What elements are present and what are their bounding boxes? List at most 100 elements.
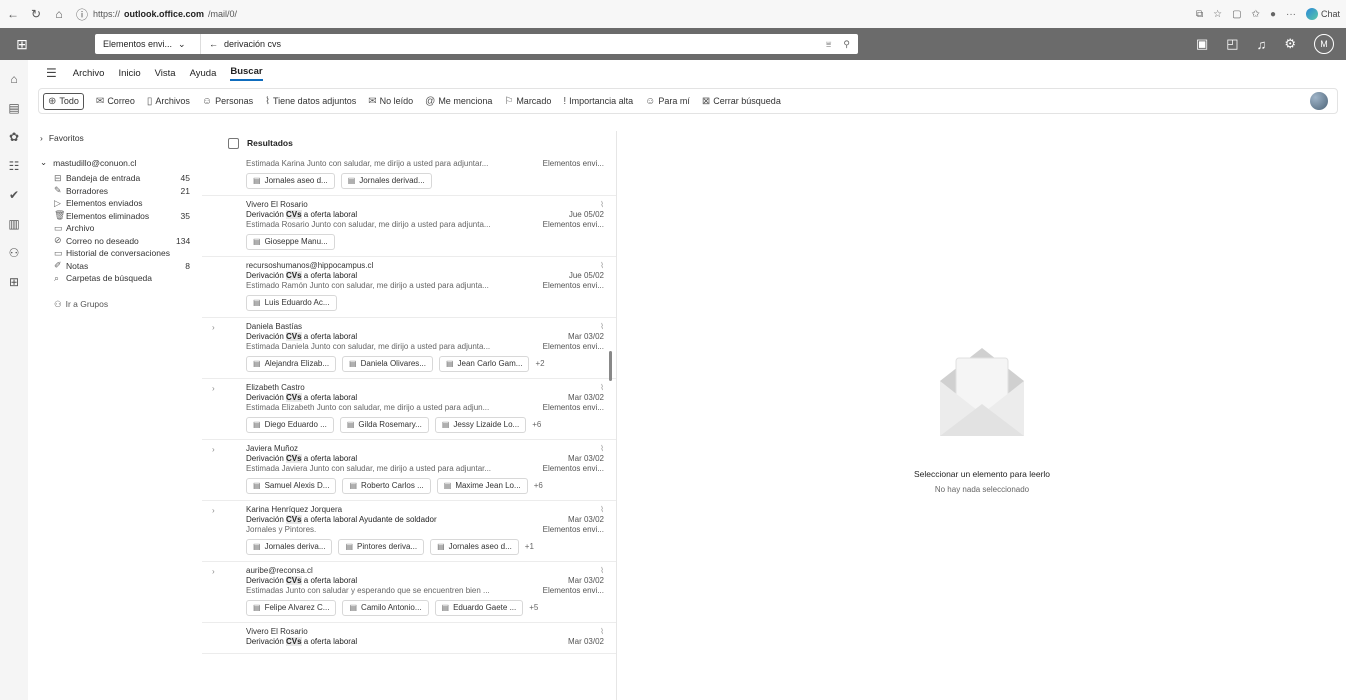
- groups-app-icon[interactable]: ⚇: [9, 246, 20, 260]
- filter-me-menciona[interactable]: @ Me menciona: [425, 96, 492, 107]
- attachment-chip[interactable]: ▤ Roberto Carlos ...: [342, 478, 431, 494]
- attachment-chip[interactable]: ▤ Jornales aseo d...: [430, 539, 519, 555]
- message-row[interactable]: › Javiera Muñoz ⌇ Derivación CVs a oferta l…: [202, 440, 616, 501]
- more-attachments[interactable]: +6: [534, 481, 543, 491]
- more-apps-icon[interactable]: ⊞: [9, 275, 19, 289]
- avatar[interactable]: M: [1314, 34, 1334, 54]
- filter-para-mi[interactable]: ☺ Para mí: [645, 96, 690, 107]
- search-input[interactable]: ← derivación cvs: [201, 39, 826, 49]
- read-aloud-icon[interactable]: ⧉: [1196, 9, 1203, 20]
- hamburger-icon[interactable]: ☰: [46, 66, 57, 80]
- gear-icon[interactable]: ⚙: [1284, 36, 1296, 52]
- favorites-icon[interactable]: ✩: [1252, 9, 1260, 20]
- attachment-chip[interactable]: ▤ Jornales derivad...: [340, 173, 432, 189]
- favorite-star-icon[interactable]: ☆: [1213, 9, 1222, 20]
- back-arrow-icon[interactable]: ←: [209, 39, 218, 49]
- folder-notes[interactable]: ✐ Notas 8: [40, 260, 190, 273]
- tab-vista[interactable]: Vista: [155, 68, 176, 79]
- attachment-chip[interactable]: ▤ Samuel Alexis D...: [246, 478, 337, 494]
- more-attachments[interactable]: +5: [529, 603, 538, 613]
- back-icon[interactable]: ←: [6, 7, 20, 21]
- feedback-icon[interactable]: ◰: [1226, 36, 1238, 52]
- todo-app-icon[interactable]: ✔: [9, 188, 19, 202]
- message-row[interactable]: › Karina Henríquez Jorquera ⌇ Derivación CV…: [202, 501, 616, 562]
- filter-adjuntos[interactable]: ⌇ Tiene datos adjuntos: [265, 96, 356, 107]
- folder-conversation-history[interactable]: ▭ Historial de conversaciones: [40, 247, 190, 260]
- attachment-chip[interactable]: ▤ Jornales deriva...: [246, 539, 333, 555]
- attachment-chip[interactable]: ▤ Eduardo Gaete ...: [434, 600, 524, 616]
- home-icon[interactable]: ⌂: [52, 7, 66, 21]
- search-icon[interactable]: ⚲: [843, 39, 850, 50]
- attachment-chip[interactable]: ▤ Alejandra Elizab...: [246, 356, 337, 372]
- copilot-chat-button[interactable]: Chat: [1305, 8, 1340, 20]
- bell-icon[interactable]: ♫: [1257, 37, 1267, 52]
- expand-chevron-icon[interactable]: ›: [212, 506, 215, 516]
- copilot-icon[interactable]: [1310, 92, 1328, 110]
- attachment-chip[interactable]: ▤ Diego Eduardo ...: [246, 417, 334, 433]
- teams-icon[interactable]: ▣: [1196, 36, 1208, 52]
- home-app-icon[interactable]: ⌂: [10, 72, 17, 86]
- tab-inicio[interactable]: Inicio: [118, 68, 140, 79]
- tab-archivo[interactable]: Archivo: [73, 68, 105, 79]
- filter-correo[interactable]: ✉ Correo: [96, 96, 135, 107]
- more-attachments[interactable]: +1: [525, 542, 534, 552]
- folder-deleted[interactable]: 🗑 Elementos eliminados 35: [40, 210, 190, 223]
- filter-no-leido[interactable]: ✉ No leído: [368, 96, 413, 107]
- account-header[interactable]: ⌄ mastudillo@conuon.cl: [40, 157, 190, 168]
- attachment-chip[interactable]: ▤ Jessy Lizaide Lo...: [434, 417, 527, 433]
- more-attachments[interactable]: +2: [535, 359, 544, 369]
- search-box[interactable]: Elementos envi... ⌄ ← derivación cvs ⩸ ⚲: [95, 34, 858, 54]
- attachment-chip[interactable]: ▤ Gilda Rosemary...: [339, 417, 429, 433]
- close-search-button[interactable]: ⊠ Cerrar búsqueda: [702, 96, 781, 107]
- filter-personas[interactable]: ☺ Personas: [202, 96, 253, 107]
- attachment-chip[interactable]: ▤ Jornales aseo d...: [246, 173, 335, 189]
- message-row[interactable]: Estimada Karina Junto con saludar, me di…: [202, 155, 616, 196]
- message-row[interactable]: › Elizabeth Castro ⌇ Derivación CVs a ofert…: [202, 379, 616, 440]
- attachment-chip[interactable]: ▤ Felipe Alvarez C...: [246, 600, 337, 616]
- address-bar[interactable]: ⓘ https://outlook.office.com/mail/0/: [75, 7, 237, 22]
- more-icon[interactable]: ···: [1286, 9, 1296, 20]
- folder-junk[interactable]: ⊘ Correo no deseado 134: [40, 235, 190, 248]
- attachment-chip[interactable]: ▤ Pintores deriva...: [338, 539, 425, 555]
- filter-todo[interactable]: ⊕ Todo: [43, 92, 84, 110]
- expand-chevron-icon[interactable]: ›: [212, 384, 215, 394]
- message-row[interactable]: Vivero El Rosario ⌇ Derivación CVs a ofert…: [202, 196, 616, 257]
- tab-ayuda[interactable]: Ayuda: [190, 68, 217, 79]
- copilot-app-icon[interactable]: ✿: [9, 130, 19, 144]
- onedrive-app-icon[interactable]: ▥: [8, 217, 19, 231]
- calendar-app-icon[interactable]: ▤: [8, 101, 19, 115]
- attachment-chip[interactable]: ▤ Maxime Jean Lo...: [436, 478, 528, 494]
- split-screen-icon[interactable]: ▢: [1232, 9, 1241, 20]
- more-attachments[interactable]: +6: [532, 420, 541, 430]
- favorites-header[interactable]: › Favoritos: [40, 133, 190, 143]
- attachment-chip[interactable]: ▤ Gioseppe Manu...: [246, 234, 335, 250]
- filter-marcado[interactable]: ⚐ Marcado: [504, 96, 551, 107]
- message-row[interactable]: Vivero El Rosario ⌇ Derivación CVs a ofert…: [202, 623, 616, 654]
- app-launcher-icon[interactable]: ⊞: [0, 28, 44, 60]
- filter-importancia[interactable]: ! Importancia alta: [563, 96, 633, 107]
- folder-sent[interactable]: ▷ Elementos enviados: [40, 197, 190, 210]
- attachment-chip[interactable]: ▤ Jean Carlo Gam...: [438, 356, 530, 372]
- folder-drafts[interactable]: ✎ Borradores 21: [40, 185, 190, 198]
- filter-archivos[interactable]: ▯ Archivos: [147, 96, 190, 107]
- message-row[interactable]: › Daniela Bastías ⌇ Derivación CVs a oferta…: [202, 318, 616, 379]
- go-to-groups-link[interactable]: ⚇ Ir a Grupos: [40, 299, 190, 310]
- search-scope-dropdown[interactable]: Elementos envi... ⌄: [95, 34, 201, 54]
- select-all-checkbox[interactable]: [228, 137, 239, 149]
- folder-inbox[interactable]: ⊟ Bandeja de entrada 45: [40, 172, 190, 185]
- tab-buscar[interactable]: Buscar: [230, 66, 263, 81]
- expand-chevron-icon[interactable]: ›: [212, 445, 215, 455]
- filter-icon[interactable]: ⩸: [826, 39, 831, 50]
- attachment-chip[interactable]: ▤ Daniela Olivares...: [342, 356, 433, 372]
- folder-archive[interactable]: ▭ Archivo: [40, 222, 190, 235]
- attachment-chip[interactable]: ▤ Luis Eduardo Ac...: [246, 295, 337, 311]
- people-app-icon[interactable]: ☷: [9, 159, 20, 173]
- refresh-icon[interactable]: ↻: [29, 7, 43, 21]
- message-row[interactable]: › auribe@reconsa.cl ⌇ Derivación CVs a ofer…: [202, 562, 616, 623]
- folder-search-folders[interactable]: ⌕ Carpetas de búsqueda: [40, 272, 190, 285]
- expand-chevron-icon[interactable]: ›: [212, 323, 215, 333]
- expand-chevron-icon[interactable]: ›: [212, 567, 215, 577]
- profile-icon[interactable]: ●: [1270, 9, 1276, 20]
- message-row[interactable]: recursoshumanos@hippocampus.cl ⌇ Derivació…: [202, 257, 616, 318]
- scrollbar-thumb[interactable]: [609, 351, 612, 381]
